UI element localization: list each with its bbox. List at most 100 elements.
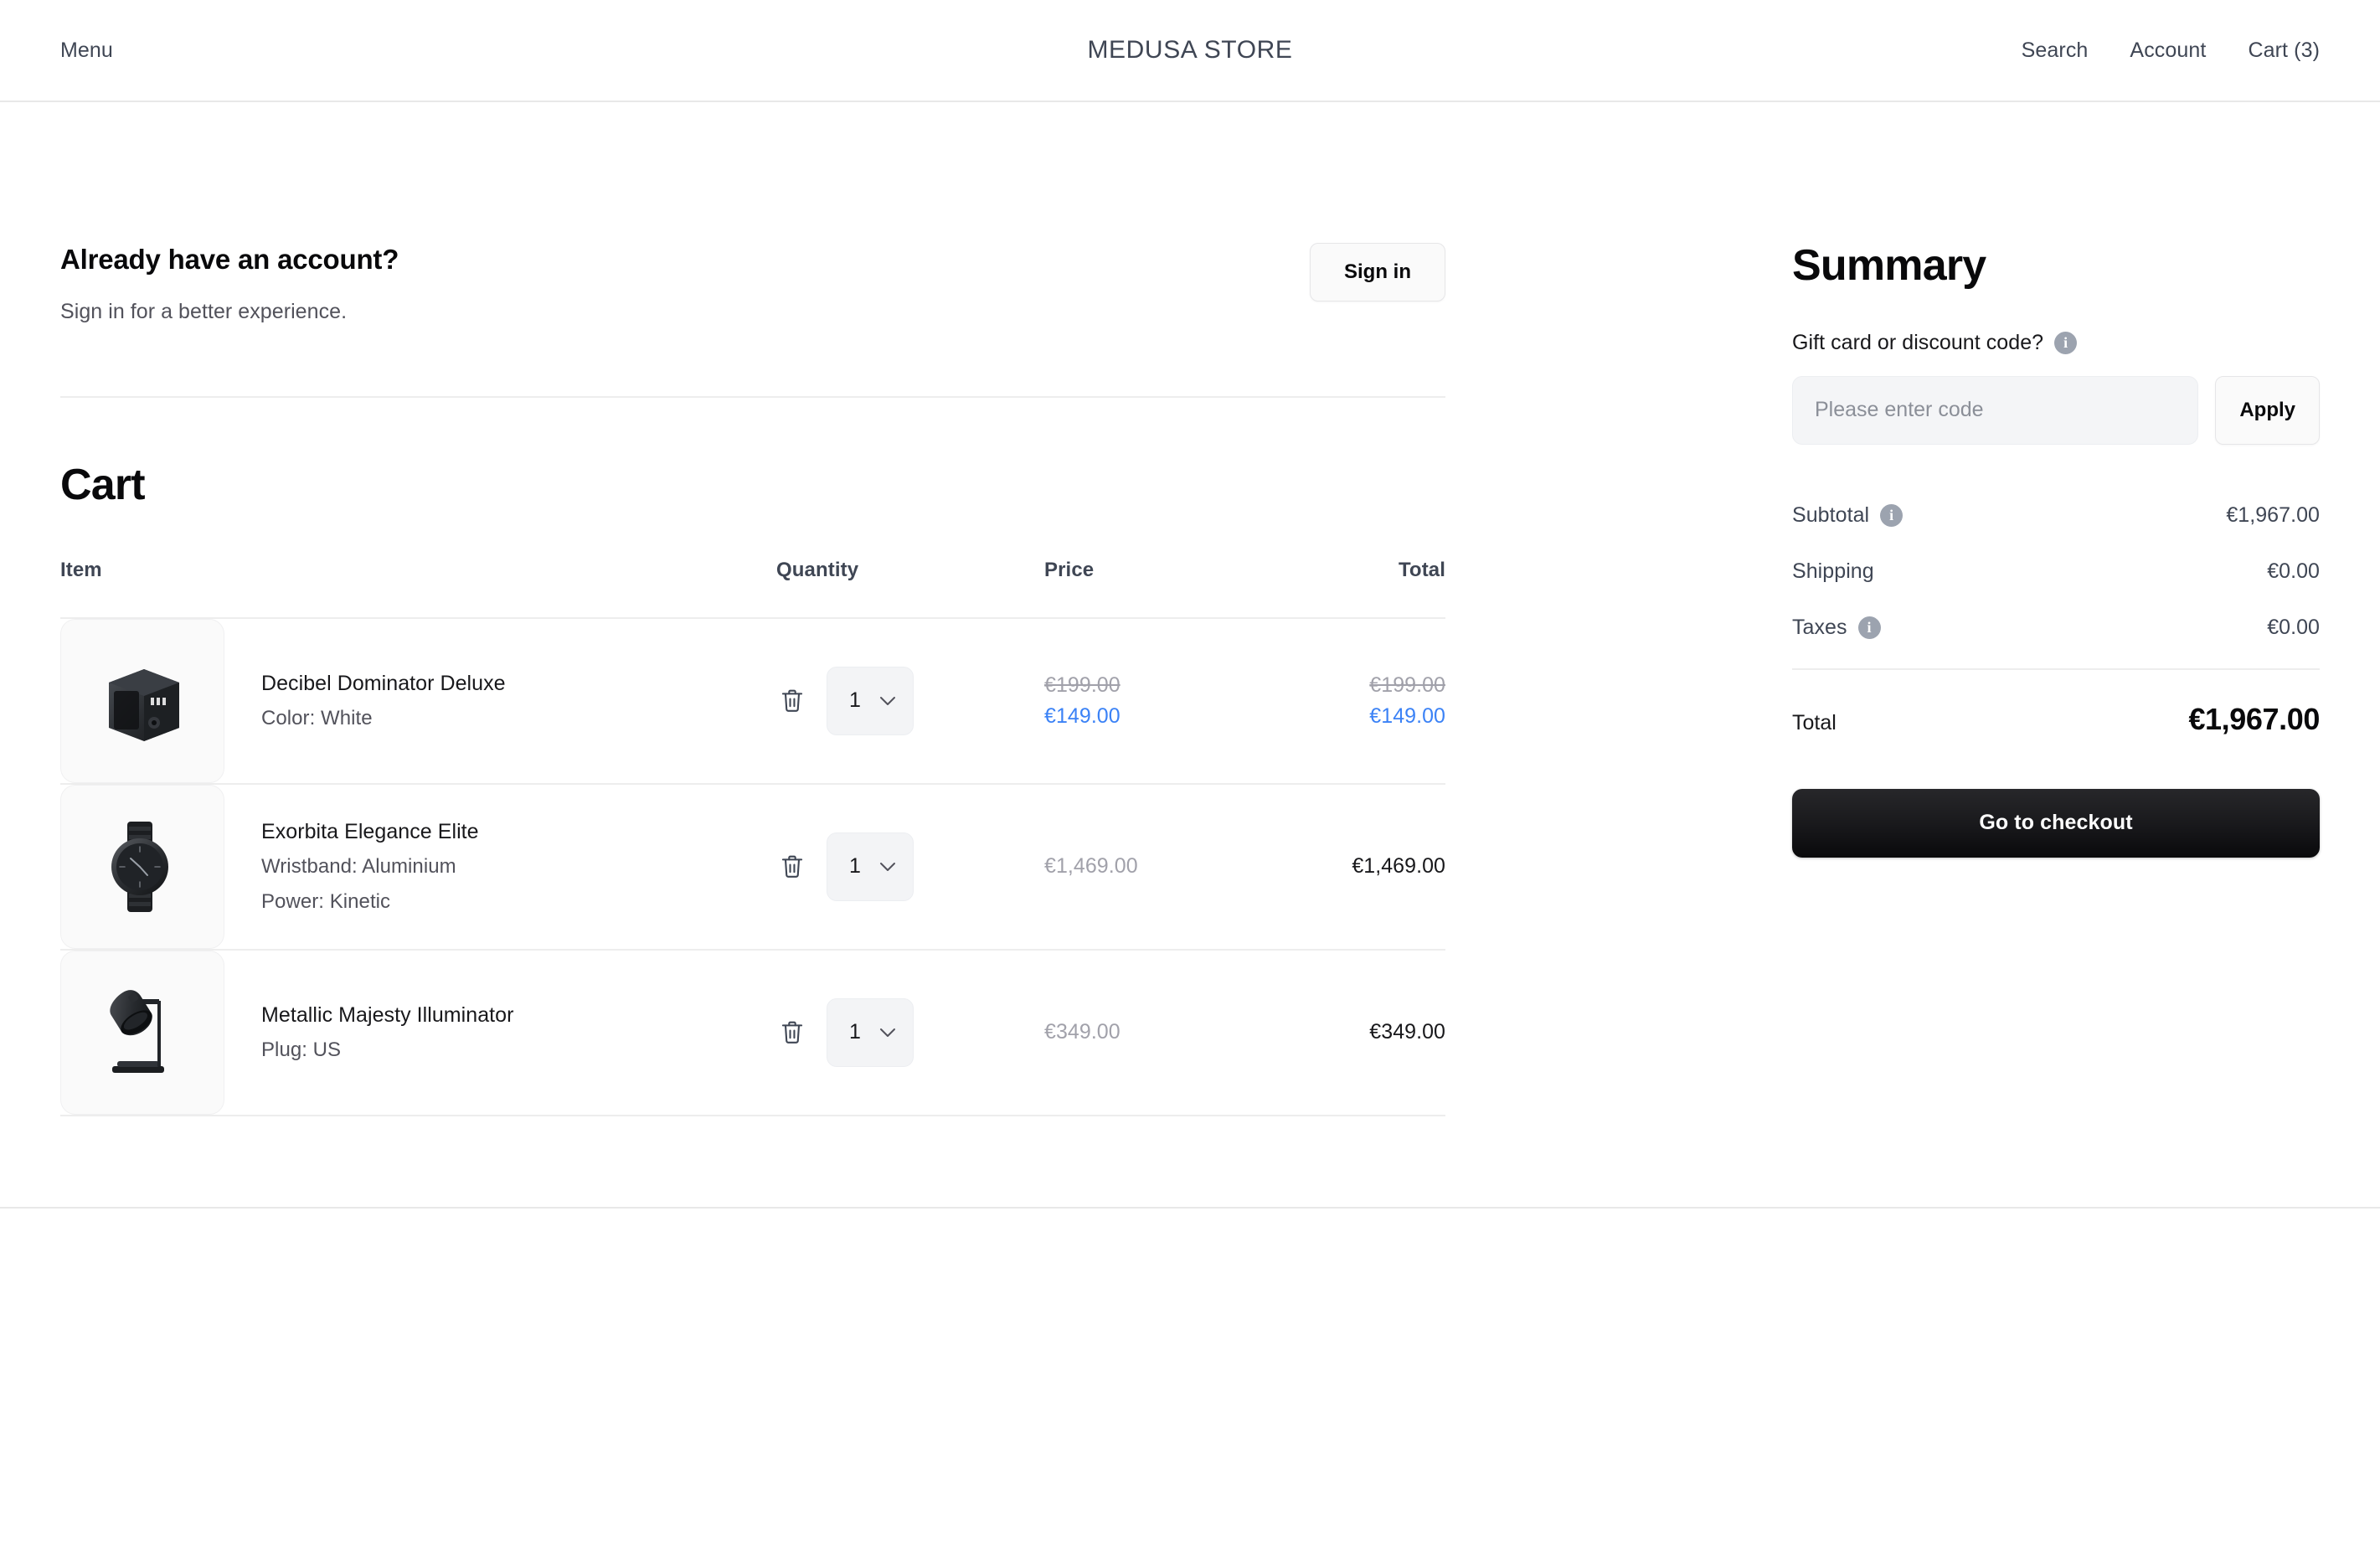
info-icon[interactable]: i xyxy=(2054,331,2078,354)
item-column: Exorbita Elegance Elite Wristband: Alumi… xyxy=(60,782,776,950)
apply-discount-button[interactable]: Apply xyxy=(2215,375,2320,445)
total-original: €199.00 xyxy=(1369,673,1445,698)
grand-total-value: €1,967.00 xyxy=(2188,701,2320,736)
price-column: €349.00 xyxy=(1044,948,1270,1116)
column-header-quantity: Quantity xyxy=(776,558,859,581)
shipping-label-text: Shipping xyxy=(1792,559,1874,583)
cart-table: Item Quantity Price Total Decibel Domina… xyxy=(60,559,1445,1116)
price-original: €199.00 xyxy=(1044,673,1120,698)
total-column: €1,469.00 xyxy=(1270,782,1445,950)
delete-item-button[interactable] xyxy=(776,850,808,884)
menu-button[interactable]: Menu xyxy=(60,39,113,63)
product-option: Wristband: Aluminium xyxy=(261,854,456,878)
cart-table-body: Decibel Dominator Deluxe Color: White 1 … xyxy=(60,616,1445,1116)
cart-title: Cart xyxy=(60,460,146,509)
total-column: €199.00 €149.00 xyxy=(1270,616,1445,784)
signin-heading: Already have an account? xyxy=(60,244,399,275)
price-original: €349.00 xyxy=(1044,1020,1120,1044)
trash-icon xyxy=(781,855,803,878)
account-link[interactable]: Account xyxy=(2130,39,2206,63)
store-logo[interactable]: MEDUSA STORE xyxy=(1087,36,1292,64)
product-thumbnail[interactable] xyxy=(60,784,224,949)
chevron-down-icon xyxy=(878,1026,898,1039)
taxes-value: €0.00 xyxy=(2267,615,2320,639)
signin-text: Already have an account? Sign in for a b… xyxy=(60,243,399,324)
price-column: €1,469.00 xyxy=(1044,782,1270,950)
total-discounted: €149.00 xyxy=(1369,704,1445,728)
grand-total-label: Total xyxy=(1792,710,1837,734)
taxes-label: Taxes i xyxy=(1792,616,1881,640)
cart-table-head: Item Quantity Price Total xyxy=(60,559,1445,618)
search-link[interactable]: Search xyxy=(2022,39,2089,63)
product-thumbnail[interactable] xyxy=(60,618,224,783)
price-original: €1,469.00 xyxy=(1044,854,1138,879)
discount-code-input[interactable] xyxy=(1792,375,2199,445)
column-header-total: Total xyxy=(1398,558,1445,581)
quantity-stepper[interactable]: 1 xyxy=(827,666,914,735)
summary-panel: Summary Gift card or discount code? i Ap… xyxy=(1792,102,2320,858)
info-icon[interactable]: i xyxy=(1880,503,1903,527)
product-name[interactable]: Decibel Dominator Deluxe xyxy=(261,670,506,697)
item-column: Metallic Majesty Illuminator Plug: US xyxy=(60,948,776,1116)
price-discounted: €149.00 xyxy=(1044,704,1120,728)
delete-item-button[interactable] xyxy=(776,1016,808,1049)
product-thumbnail[interactable] xyxy=(60,950,224,1115)
quantity-value: 1 xyxy=(849,1020,861,1044)
speaker-image-icon xyxy=(109,668,179,741)
price-column: €199.00 €149.00 xyxy=(1044,616,1270,784)
chevron-down-icon xyxy=(878,694,898,708)
quantity-value: 1 xyxy=(849,688,861,713)
signin-subtext: Sign in for a better experience. xyxy=(60,299,348,323)
quantity-value: 1 xyxy=(849,854,861,879)
discount-label-text: Gift card or discount code? xyxy=(1792,330,2044,354)
delete-item-button[interactable] xyxy=(776,684,808,718)
item-column: Decibel Dominator Deluxe Color: White xyxy=(60,616,776,784)
site-header: Menu MEDUSA STORE Search Account Cart (3… xyxy=(0,0,2380,102)
product-name[interactable]: Exorbita Elegance Elite xyxy=(261,818,479,845)
signin-section: Already have an account? Sign in for a b… xyxy=(60,243,1445,398)
summary-title: Summary xyxy=(1792,241,1986,290)
header-left-nav: Menu xyxy=(60,39,1190,63)
cart-column: Already have an account? Sign in for a b… xyxy=(60,102,1445,1116)
discount-code-row: Apply xyxy=(1792,375,2320,445)
watch-image-icon xyxy=(111,821,168,912)
subtotal-label-text: Subtotal xyxy=(1792,502,1870,527)
footer-divider xyxy=(0,1206,2380,1209)
taxes-row: Taxes i €0.00 xyxy=(1792,616,2320,640)
go-to-checkout-button[interactable]: Go to checkout xyxy=(1792,788,2320,858)
quantity-column: 1 xyxy=(776,616,1044,784)
table-row: Decibel Dominator Deluxe Color: White 1 … xyxy=(60,616,1445,784)
quantity-stepper[interactable]: 1 xyxy=(827,997,914,1067)
total-discounted: €1,469.00 xyxy=(1352,854,1445,879)
column-header-price: Price xyxy=(1044,558,1095,581)
sign-in-button[interactable]: Sign in xyxy=(1310,243,1445,302)
chevron-down-icon xyxy=(878,860,898,874)
totals-list: Subtotal i €1,967.00 Shipping €0.00 Taxe… xyxy=(1792,503,2320,640)
subtotal-value: €1,967.00 xyxy=(2226,502,2320,527)
table-row: Exorbita Elegance Elite Wristband: Alumi… xyxy=(60,782,1445,950)
product-option: Color: White xyxy=(261,706,373,729)
trash-icon xyxy=(781,689,803,712)
shipping-label: Shipping xyxy=(1792,559,1874,584)
lamp-image-icon xyxy=(110,989,164,1073)
cart-link[interactable]: Cart (3) xyxy=(2248,39,2320,63)
shipping-value: €0.00 xyxy=(2267,559,2320,583)
subtotal-label: Subtotal i xyxy=(1792,503,1903,528)
column-header-item: Item xyxy=(60,558,102,581)
table-row: Metallic Majesty Illuminator Plug: US 1 … xyxy=(60,948,1445,1116)
info-icon[interactable]: i xyxy=(1857,616,1881,639)
discount-code-label: Gift card or discount code? i xyxy=(1792,331,2320,355)
product-option: Plug: US xyxy=(261,1038,342,1061)
taxes-label-text: Taxes xyxy=(1792,615,1847,639)
page-body: Already have an account? Sign in for a b… xyxy=(0,102,2380,1116)
grand-total-row: Total €1,967.00 xyxy=(1792,702,2320,737)
summary-divider xyxy=(1792,667,2320,670)
total-column: €349.00 xyxy=(1270,948,1445,1116)
shipping-row: Shipping €0.00 xyxy=(1792,559,2320,584)
quantity-column: 1 xyxy=(776,948,1044,1116)
trash-icon xyxy=(781,1021,803,1044)
product-option: Power: Kinetic xyxy=(261,889,391,913)
quantity-stepper[interactable]: 1 xyxy=(827,832,914,901)
product-name[interactable]: Metallic Majesty Illuminator xyxy=(261,1002,514,1028)
total-discounted: €349.00 xyxy=(1369,1020,1445,1044)
